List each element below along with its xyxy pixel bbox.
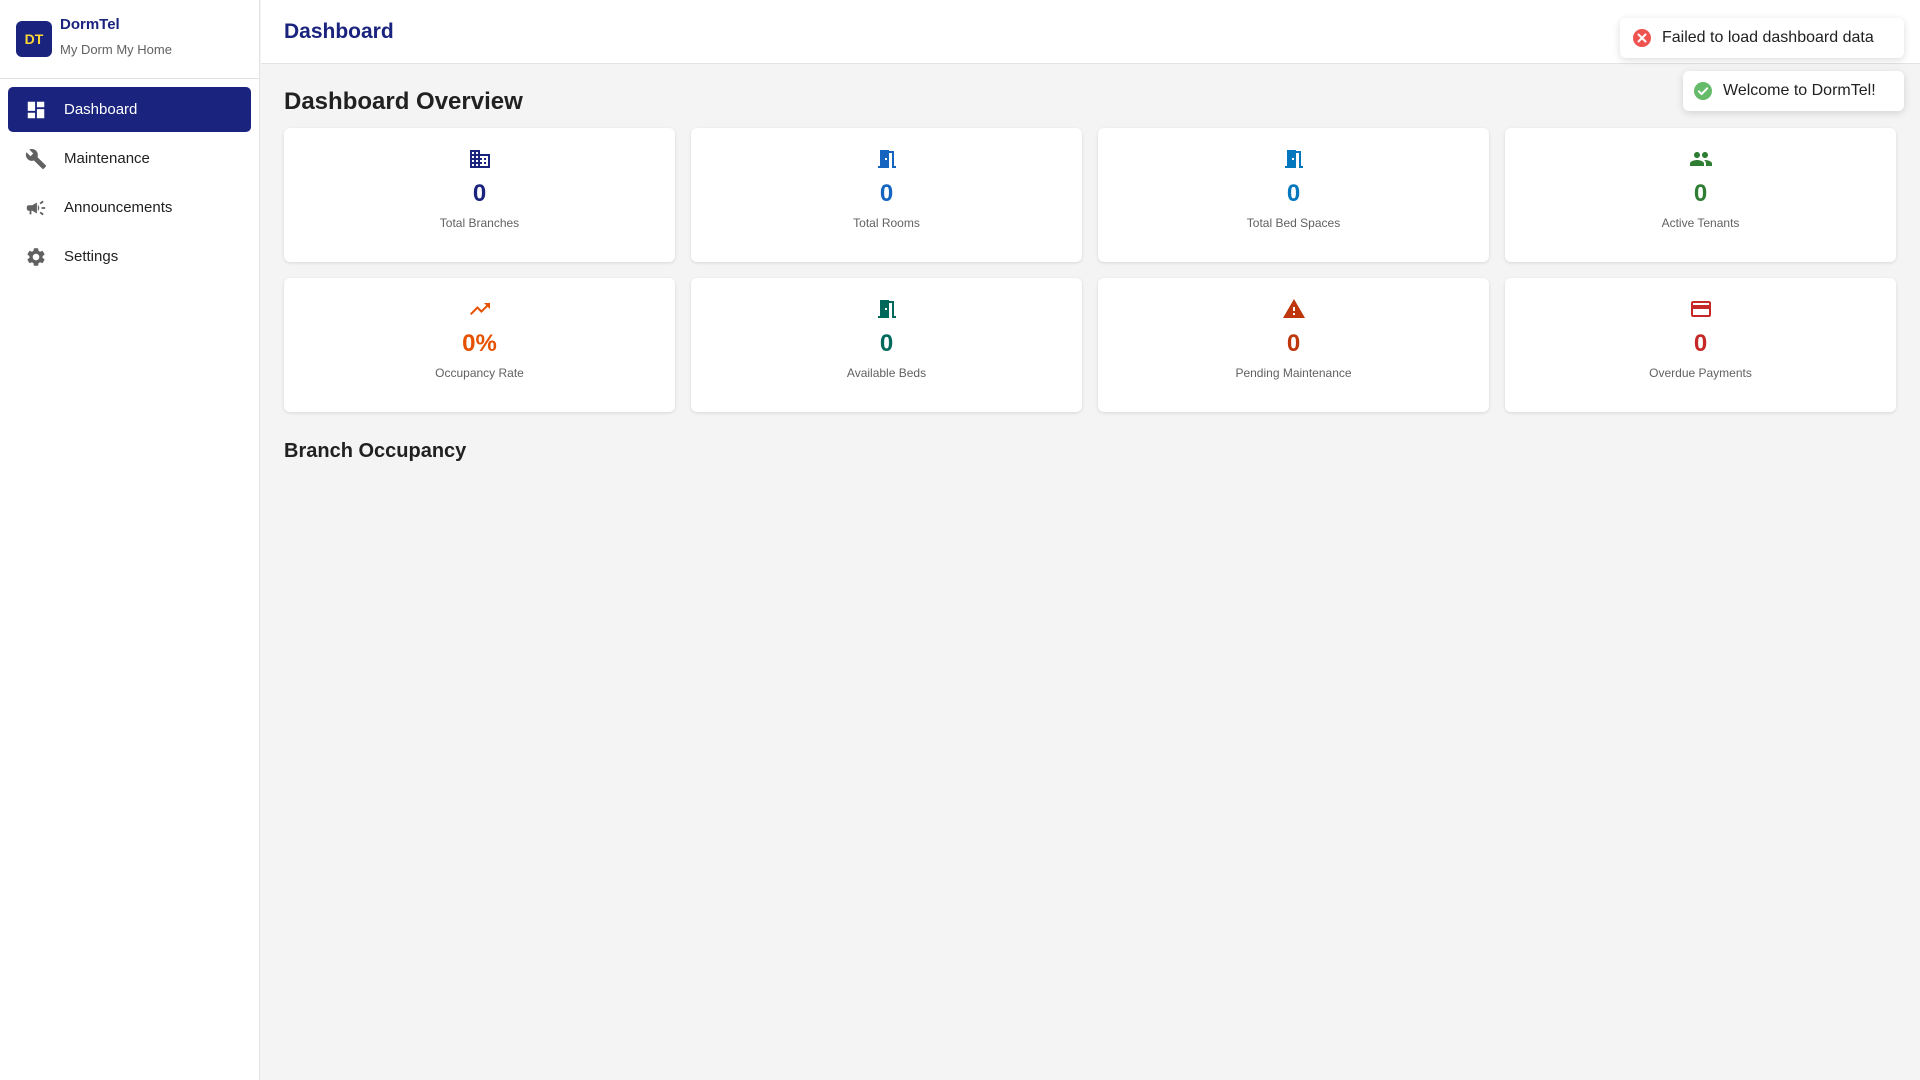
sidebar-item-label: Maintenance <box>64 150 150 167</box>
trending-up-icon <box>467 296 493 322</box>
gear-icon <box>25 246 47 268</box>
stat-label: Available Beds <box>846 366 927 380</box>
door-icon <box>874 296 900 322</box>
sidebar: DT DormTel My Dorm My Home Dashboard Mai… <box>0 0 260 1080</box>
sidebar-item-label: Dashboard <box>64 101 138 118</box>
stat-card-occupancy-rate: 0% Occupancy Rate <box>284 278 675 412</box>
brand-logo: DT <box>16 21 52 57</box>
brand-name: DormTel <box>60 16 120 33</box>
page-title: Dashboard <box>284 19 394 43</box>
sidebar-item-label: Settings <box>64 248 119 265</box>
sidebar-item-dashboard[interactable]: Dashboard <box>8 87 251 132</box>
success-toast-message: Welcome to DormTel! <box>1723 82 1876 99</box>
stat-value: 0 <box>879 330 894 357</box>
stat-card-total-bed-spaces: 0 Total Bed Spaces <box>1098 128 1489 262</box>
stat-value: 0 <box>472 180 487 207</box>
credit-card-icon <box>1688 296 1714 322</box>
branch-occupancy-title: Branch Occupancy <box>284 440 467 462</box>
stat-card-overdue-payments: 0 Overdue Payments <box>1505 278 1896 412</box>
stat-label: Total Bed Spaces <box>1246 216 1341 230</box>
sidebar-nav: Dashboard Maintenance Announcements Sett… <box>0 79 259 291</box>
stat-label: Active Tenants <box>1661 216 1740 230</box>
stat-card-total-rooms: 0 Total Rooms <box>691 128 1082 262</box>
door-icon <box>874 146 900 172</box>
stat-card-active-tenants: 0 Active Tenants <box>1505 128 1896 262</box>
stat-value: 0% <box>462 330 497 357</box>
people-icon <box>1688 146 1714 172</box>
stat-value: 0 <box>1286 330 1301 357</box>
stat-label: Total Rooms <box>853 216 920 230</box>
stat-card-available-beds: 0 Available Beds <box>691 278 1082 412</box>
sidebar-item-announcements[interactable]: Announcements <box>8 185 251 230</box>
stat-value: 0 <box>1693 330 1708 357</box>
sidebar-item-settings[interactable]: Settings <box>8 234 251 279</box>
check-circle-icon <box>1693 81 1713 101</box>
error-toast-message: Failed to load dashboard data <box>1662 29 1874 46</box>
wrench-icon <box>25 148 47 170</box>
main-content: Dashboard Overview 0 Total Branches 0 To… <box>284 88 1896 463</box>
stat-card-pending-maintenance: 0 Pending Maintenance <box>1098 278 1489 412</box>
error-icon <box>1632 28 1652 48</box>
stat-label: Occupancy Rate <box>435 366 524 380</box>
warning-icon <box>1281 296 1307 322</box>
dashboard-icon <box>25 99 47 121</box>
stat-value: 0 <box>879 180 894 207</box>
stat-label: Overdue Payments <box>1649 366 1752 380</box>
stats-grid: 0 Total Branches 0 Total Rooms 0 Total B… <box>284 128 1896 412</box>
brand-tagline: My Dorm My Home <box>60 42 172 57</box>
error-toast[interactable]: Failed to load dashboard data <box>1620 18 1904 58</box>
stat-value: 0 <box>1693 180 1708 207</box>
door-icon <box>1281 146 1307 172</box>
success-toast[interactable]: Welcome to DormTel! <box>1683 71 1904 111</box>
stat-label: Total Branches <box>439 216 520 230</box>
building-icon <box>467 146 493 172</box>
overview-title: Dashboard Overview <box>284 88 523 115</box>
stat-label: Pending Maintenance <box>1235 366 1352 380</box>
brand[interactable]: DT DormTel My Dorm My Home <box>0 0 259 79</box>
sidebar-item-label: Announcements <box>64 199 173 216</box>
stat-card-total-branches: 0 Total Branches <box>284 128 675 262</box>
stat-value: 0 <box>1286 180 1301 207</box>
sidebar-item-maintenance[interactable]: Maintenance <box>8 136 251 181</box>
megaphone-icon <box>25 197 47 219</box>
